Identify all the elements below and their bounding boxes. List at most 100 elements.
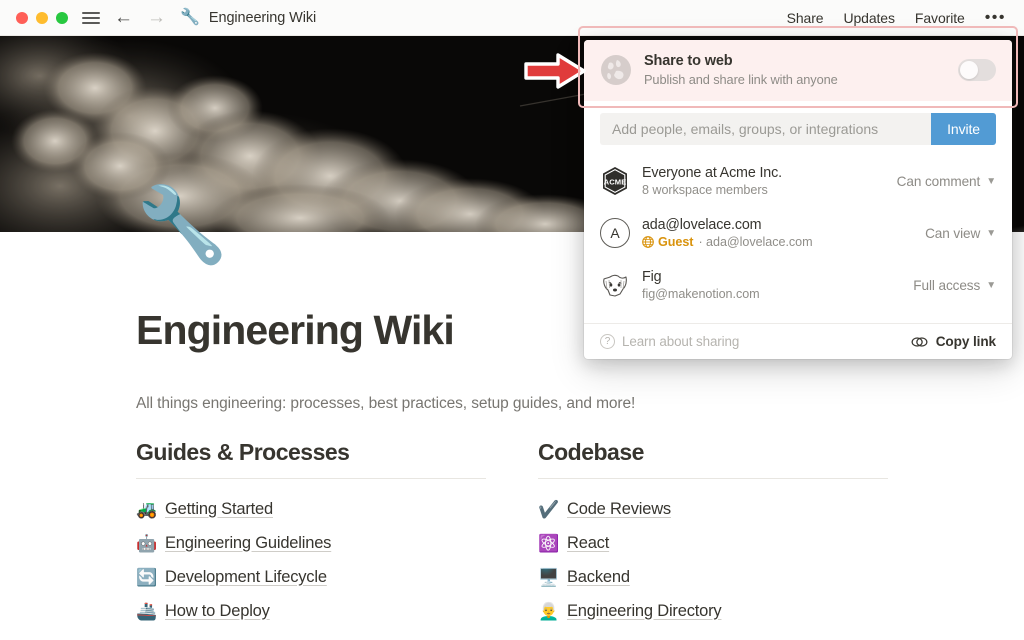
wrench-icon: 🔧 [180,10,200,26]
link-icon [911,335,928,349]
toggle-knob [960,61,978,79]
tractor-icon: 🚜 [136,501,157,518]
annotation-arrow-icon [524,52,586,90]
access-level-label: Can comment [897,174,981,189]
nav-forward-button[interactable]: → [147,8,166,27]
app-window: ← → 🔧 Engineering Wiki Share Updates Fav… [0,0,1024,640]
share-button[interactable]: Share [787,10,824,26]
atom-icon: ⚛️ [538,535,559,552]
page-link[interactable]: Engineering Guidelines [165,534,331,553]
invite-row: Invite [584,101,1012,157]
access-level-label: Full access [913,278,980,293]
favorite-button[interactable]: Favorite [915,10,965,26]
list-item[interactable]: ⚛️ React [538,526,888,560]
list-item[interactable]: A ada@lovelace.com [600,209,996,257]
arrow-left-icon: ← [114,8,133,27]
chevron-down-icon: ▼ [986,176,996,187]
globe-small-icon [642,236,654,248]
share-to-web-texts: Share to web Publish and share link with… [644,53,958,87]
list-item[interactable]: 👨‍🦳 Engineering Directory [538,594,888,628]
column-guides-processes: Guides & Processes 🚜 Getting Started 🤖 E… [136,439,486,628]
page-link[interactable]: Engineering Directory [567,602,721,621]
invite-people-input[interactable] [600,113,931,145]
chevron-down-icon: ▼ [986,280,996,291]
person-texts: Fig fig@makenotion.com [642,269,913,301]
person-subtitle: fig@makenotion.com [642,287,913,301]
list-item[interactable]: 🤖 Engineering Guidelines [136,526,486,560]
copy-link-label: Copy link [936,334,996,349]
window-titlebar: ← → 🔧 Engineering Wiki Share Updates Fav… [0,0,1024,36]
breadcrumb-title[interactable]: Engineering Wiki [209,10,316,26]
copy-link-button[interactable]: Copy link [911,334,996,349]
page-link[interactable]: React [567,534,609,553]
column-codebase: Codebase ✔️ Code Reviews ⚛️ React 🖥️ Bac… [538,439,888,628]
nav-back-button[interactable]: ← [114,8,133,27]
share-popup-panel: Share to web Publish and share link with… [584,40,1012,359]
person-name: ada@lovelace.com [642,217,925,233]
person-icon: 👨‍🦳 [538,603,559,620]
desktop-computer-icon: 🖥️ [538,569,559,586]
list-item[interactable]: Fig fig@makenotion.com Full access ▼ [600,261,996,309]
avatar: A [600,218,630,248]
globe-icon [600,54,632,86]
person-email: · ada@lovelace.com [698,235,812,249]
person-name: Fig [642,269,913,285]
avatar [600,270,630,300]
minimize-window-button[interactable] [36,12,48,24]
ship-icon: 🚢 [136,603,157,620]
share-to-web-row[interactable]: Share to web Publish and share link with… [584,40,1012,101]
share-to-web-toggle[interactable] [958,59,996,81]
share-panel-footer: ? Learn about sharing Copy link [584,323,1012,359]
avatar: ACME [600,166,630,196]
close-window-button[interactable] [16,12,28,24]
breadcrumb-page-icon: 🔧 [180,10,200,26]
chevron-down-icon: ▼ [986,228,996,239]
column-heading: Guides & Processes [136,439,486,478]
list-item[interactable]: 🚜 Getting Started [136,492,486,526]
titlebar-actions: Share Updates Favorite ••• [787,9,1006,27]
page-link[interactable]: Backend [567,568,630,587]
share-to-web-subtitle: Publish and share link with anyone [644,72,958,87]
guest-badge: Guest [642,235,693,249]
access-level-label: Can view [925,226,980,241]
robot-icon: 🤖 [136,535,157,552]
page-description[interactable]: All things engineering: processes, best … [136,395,635,413]
person-name: Everyone at Acme Inc. [642,165,897,181]
question-mark-icon: ? [600,334,615,349]
page-link[interactable]: Development Lifecycle [165,568,327,587]
more-options-button[interactable]: ••• [985,9,1006,27]
access-level-dropdown[interactable]: Can view ▼ [925,226,996,241]
access-level-dropdown[interactable]: Can comment ▼ [897,174,996,189]
learn-about-sharing-link[interactable]: ? Learn about sharing [600,334,739,349]
list-item[interactable]: 🔄 Development Lifecycle [136,560,486,594]
invite-button[interactable]: Invite [931,113,996,145]
avatar-initial: A [600,218,630,248]
arrow-right-icon: → [147,8,166,27]
page-icon-wrench-emoji[interactable]: 🔧 [136,188,228,262]
person-texts: Everyone at Acme Inc. 8 workspace member… [642,165,897,197]
updates-button[interactable]: Updates [843,10,894,26]
divider [136,478,486,479]
person-subtitle: 8 workspace members [642,183,897,197]
share-to-web-title: Share to web [644,53,958,69]
svg-text:ACME: ACME [604,177,627,186]
shared-people-list: ACME Everyone at Acme Inc. 8 workspace m… [584,157,1012,323]
list-item[interactable]: 🚢 How to Deploy [136,594,486,628]
column-heading: Codebase [538,439,888,478]
hamburger-icon [82,9,100,27]
refresh-cycle-icon: 🔄 [136,569,157,586]
page-title[interactable]: Engineering Wiki [136,307,454,354]
access-level-dropdown[interactable]: Full access ▼ [913,278,996,293]
page-columns: Guides & Processes 🚜 Getting Started 🤖 E… [136,439,904,628]
sidebar-toggle-button[interactable] [82,9,100,27]
list-item[interactable]: 🖥️ Backend [538,560,888,594]
list-item[interactable]: ✔️ Code Reviews [538,492,888,526]
list-item[interactable]: ACME Everyone at Acme Inc. 8 workspace m… [600,157,996,205]
page-link[interactable]: Getting Started [165,500,273,519]
learn-about-sharing-label: Learn about sharing [622,334,739,349]
maximize-window-button[interactable] [56,12,68,24]
page-link[interactable]: How to Deploy [165,602,270,621]
divider [538,478,888,479]
guest-label: Guest [658,235,693,249]
page-link[interactable]: Code Reviews [567,500,671,519]
